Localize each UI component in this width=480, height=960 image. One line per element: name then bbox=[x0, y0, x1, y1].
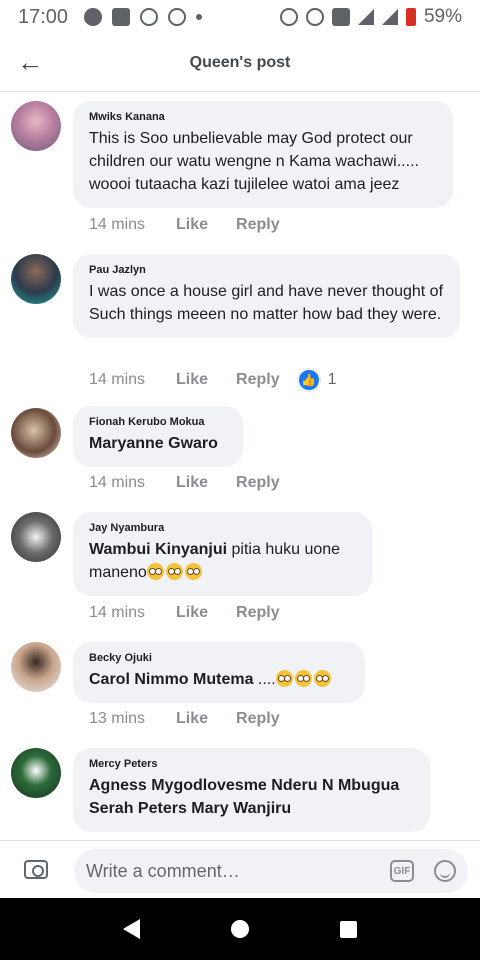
like-button[interactable]: Like bbox=[176, 371, 208, 389]
comment-author[interactable]: Pau Jazlyn bbox=[89, 264, 444, 276]
comment-text: Maryanne Gwaro bbox=[89, 432, 227, 455]
comment-time[interactable]: 14 mins bbox=[89, 604, 176, 622]
comment-text: I was once a house girl and have never t… bbox=[89, 283, 444, 323]
comment-time[interactable]: 14 mins bbox=[89, 474, 176, 492]
nav-recents-icon[interactable] bbox=[339, 920, 357, 938]
crying-face-icon bbox=[146, 563, 164, 580]
sync-icon bbox=[305, 8, 324, 26]
comment-text: Agness Mygodlovesme Nderu N Mbugua Serah… bbox=[89, 774, 414, 820]
signal-h-plus-icon bbox=[381, 9, 398, 25]
back-button[interactable]: ← bbox=[0, 34, 60, 92]
mention-link[interactable]: Maryanne Gwaro bbox=[89, 435, 218, 452]
comment-author[interactable]: Becky Ojuki bbox=[89, 652, 349, 664]
comment-author[interactable]: Fionah Kerubo Mokua bbox=[89, 416, 227, 428]
like-button[interactable]: Like bbox=[176, 216, 208, 234]
like-button[interactable]: Like bbox=[176, 710, 208, 728]
flushed-face-icon bbox=[294, 670, 312, 687]
avatar[interactable] bbox=[11, 101, 61, 151]
reply-button[interactable]: Reply bbox=[236, 371, 280, 389]
comment-bubble: Becky Ojuki Carol Nimmo Mutema .... bbox=[73, 642, 365, 703]
post-header: ← Queen's post bbox=[0, 34, 480, 92]
reply-button[interactable]: Reply bbox=[236, 216, 280, 234]
camera-icon bbox=[24, 860, 48, 879]
reply-button[interactable]: Reply bbox=[236, 604, 280, 622]
settings-app-icon bbox=[140, 8, 159, 26]
arrow-left-icon: ← bbox=[17, 47, 43, 77]
battery-icon bbox=[405, 8, 416, 26]
comment-text-line2: maneno bbox=[89, 564, 147, 581]
messenger-icon bbox=[84, 8, 103, 26]
crying-face-icon bbox=[165, 563, 183, 580]
like-button[interactable]: Like bbox=[176, 474, 208, 492]
flushed-face-icon bbox=[313, 670, 331, 687]
mention-link[interactable]: Wambui Kinyanjui bbox=[89, 541, 227, 558]
comment-bubble: Mercy Peters Agness Mygodlovesme Nderu N… bbox=[73, 748, 430, 832]
comment-text-line1: pitia huku uone bbox=[227, 541, 341, 558]
status-bar: 17:00 59% bbox=[0, 0, 480, 34]
comment-author[interactable]: Mwiks Kanana bbox=[89, 111, 437, 123]
vibrate-icon bbox=[331, 8, 350, 26]
nav-back-icon[interactable] bbox=[123, 919, 141, 939]
battery-percent: 59% bbox=[423, 6, 462, 27]
comment-placeholder: Write a comment… bbox=[86, 860, 240, 881]
gif-button[interactable]: GIF bbox=[390, 860, 414, 882]
avatar[interactable] bbox=[11, 642, 61, 692]
comment-composer: Write a comment… GIF bbox=[0, 840, 480, 898]
comment-author[interactable]: Jay Nyambura bbox=[89, 522, 356, 534]
avatar[interactable] bbox=[11, 254, 61, 304]
comment-bubble: Fionah Kerubo Mokua Maryanne Gwaro bbox=[73, 406, 243, 467]
reply-button[interactable]: Reply bbox=[236, 710, 280, 728]
alarm-icon bbox=[279, 8, 298, 26]
system-nav-bar bbox=[0, 898, 480, 960]
avatar[interactable] bbox=[11, 408, 61, 458]
reaction-summary[interactable]: 👍 1 bbox=[297, 369, 337, 391]
reaction-count: 1 bbox=[327, 371, 337, 388]
thumbs-up-icon: 👍 bbox=[297, 369, 320, 391]
comment-time[interactable]: 14 mins bbox=[89, 216, 176, 234]
comment-text-tail: .... bbox=[253, 671, 276, 688]
comment-input[interactable]: Write a comment… GIF bbox=[74, 849, 468, 893]
notification-icons bbox=[84, 8, 203, 26]
mention-link[interactable]: Serah Peters Mary Wanjiru bbox=[89, 800, 291, 817]
whatsapp-icon bbox=[168, 8, 187, 26]
comment-meta: 14 mins Like Reply bbox=[89, 216, 308, 234]
page-title: Queen's post bbox=[189, 53, 291, 71]
like-button[interactable]: Like bbox=[176, 604, 208, 622]
comment-time[interactable]: 14 mins bbox=[89, 371, 176, 389]
crying-face-icon bbox=[184, 563, 202, 580]
comment-bubble: Pau Jazlyn I was once a house girl and h… bbox=[73, 254, 460, 338]
flushed-face-icon bbox=[275, 670, 293, 687]
comment-bubble: Jay Nyambura Wambui Kinyanjui pitia huku… bbox=[73, 512, 372, 596]
smiley-icon[interactable] bbox=[434, 860, 456, 882]
comment-text: Carol Nimmo Mutema .... bbox=[89, 668, 349, 691]
comment-time[interactable]: 13 mins bbox=[89, 710, 176, 728]
comment-text: Wambui Kinyanjui pitia huku uone maneno bbox=[89, 538, 356, 584]
dot-icon bbox=[196, 14, 203, 20]
n-app-icon bbox=[112, 8, 131, 26]
comment-bubble: Mwiks Kanana This is Soo unbelievable ma… bbox=[73, 101, 453, 208]
comment-meta: 14 mins Like Reply 👍 1 bbox=[89, 369, 337, 391]
comment-author[interactable]: Mercy Peters bbox=[89, 758, 414, 770]
mention-link[interactable]: Carol Nimmo Mutema bbox=[89, 671, 253, 688]
comment-meta: 13 mins Like Reply bbox=[89, 710, 308, 728]
comment-text: This is Soo unbelievable may God protect… bbox=[89, 130, 419, 193]
nav-home-icon[interactable] bbox=[230, 920, 249, 938]
mention-link[interactable]: Agness Mygodlovesme Nderu N Mbugua bbox=[89, 777, 399, 794]
system-icons: 59% bbox=[279, 6, 462, 28]
camera-button[interactable] bbox=[0, 860, 72, 879]
avatar[interactable] bbox=[11, 748, 61, 798]
signal-icon bbox=[357, 9, 374, 25]
comment-meta: 14 mins Like Reply bbox=[89, 604, 308, 622]
reply-button[interactable]: Reply bbox=[236, 474, 280, 492]
comment-meta: 14 mins Like Reply bbox=[89, 474, 308, 492]
status-time: 17:00 bbox=[18, 5, 69, 28]
avatar[interactable] bbox=[11, 512, 61, 562]
